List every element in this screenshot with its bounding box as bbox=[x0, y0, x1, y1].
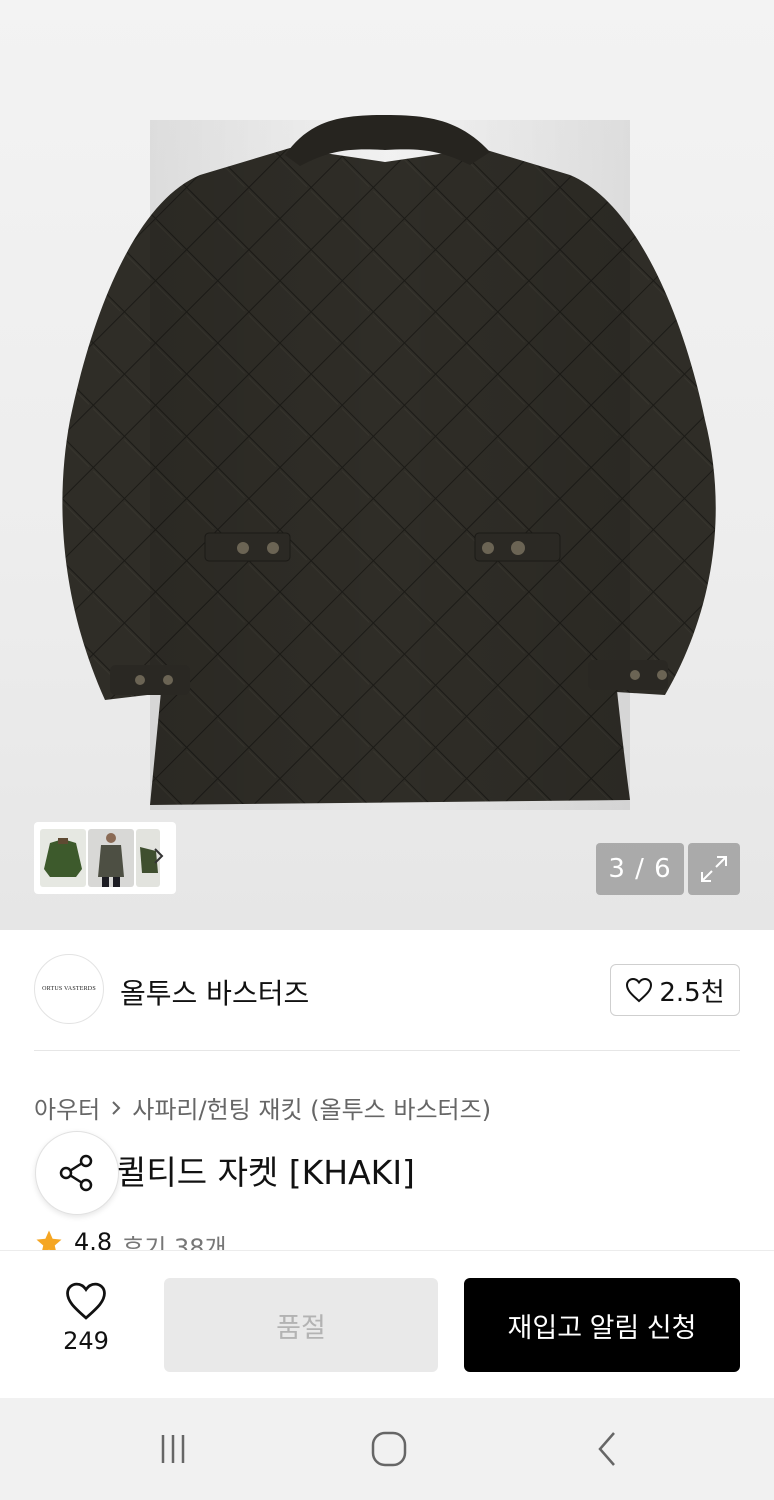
thumbnail-strip[interactable] bbox=[34, 822, 176, 894]
breadcrumb-category[interactable]: 아우터 bbox=[34, 1090, 100, 1125]
product-title: 퀼티드 자켓 [KHAKI] bbox=[116, 1153, 415, 1192]
expand-button[interactable] bbox=[688, 843, 740, 895]
brand-like-count: 2.5천 bbox=[659, 977, 725, 1008]
recent-apps-button[interactable] bbox=[148, 1426, 198, 1472]
home-icon bbox=[371, 1431, 407, 1467]
back-button[interactable] bbox=[582, 1426, 632, 1472]
brand-logo-text: ORTUS VASTERDS bbox=[42, 986, 96, 992]
chevron-right-icon bbox=[112, 1100, 121, 1115]
rating-row[interactable]: 4.8 후기 38개 bbox=[34, 1228, 227, 1250]
image-counter: 3 / 6 bbox=[596, 843, 684, 895]
share-button[interactable] bbox=[35, 1131, 119, 1215]
share-icon bbox=[59, 1154, 93, 1192]
review-count[interactable]: 후기 38개 bbox=[122, 1228, 226, 1250]
product-photo bbox=[62, 115, 716, 810]
brand-logo[interactable]: ORTUS VASTERDS bbox=[34, 954, 104, 1024]
chevron-right-icon[interactable] bbox=[152, 844, 166, 868]
wishlist-button[interactable]: 249 bbox=[54, 1281, 118, 1367]
breadcrumb-subcategory[interactable]: 사파리/헌팅 재킷 (올투스 바스터즈) bbox=[132, 1090, 491, 1125]
brand-like-button[interactable]: 2.5천 bbox=[610, 964, 740, 1016]
brand-name[interactable]: 올투스 바스터즈 bbox=[120, 972, 309, 1012]
star-icon bbox=[36, 1230, 62, 1250]
divider bbox=[34, 1050, 740, 1051]
expand-icon bbox=[701, 856, 727, 882]
recent-apps-icon bbox=[161, 1435, 185, 1463]
heart-icon bbox=[626, 977, 653, 1003]
product-image-gallery[interactable]: 3 / 6 bbox=[0, 0, 774, 930]
heart-icon bbox=[66, 1282, 106, 1320]
home-button[interactable] bbox=[364, 1426, 414, 1472]
wishlist-count: 249 bbox=[63, 1327, 109, 1355]
breadcrumb: 아우터 사파리/헌팅 재킷 (올투스 바스터즈) bbox=[34, 1090, 491, 1125]
restock-alert-button[interactable]: 재입고 알림 신청 bbox=[464, 1278, 740, 1372]
rating-score: 4.8 bbox=[74, 1228, 113, 1250]
system-nav-bar bbox=[0, 1398, 774, 1500]
bottom-action-bar: 249 품절 재입고 알림 신청 bbox=[0, 1250, 774, 1398]
thumbnail-1[interactable] bbox=[40, 829, 86, 887]
soldout-button: 품절 bbox=[164, 1278, 438, 1372]
thumbnail-2[interactable] bbox=[88, 829, 134, 887]
back-icon bbox=[598, 1432, 615, 1466]
brand-row: ORTUS VASTERDS 올투스 바스터즈 2.5천 bbox=[34, 954, 740, 1026]
